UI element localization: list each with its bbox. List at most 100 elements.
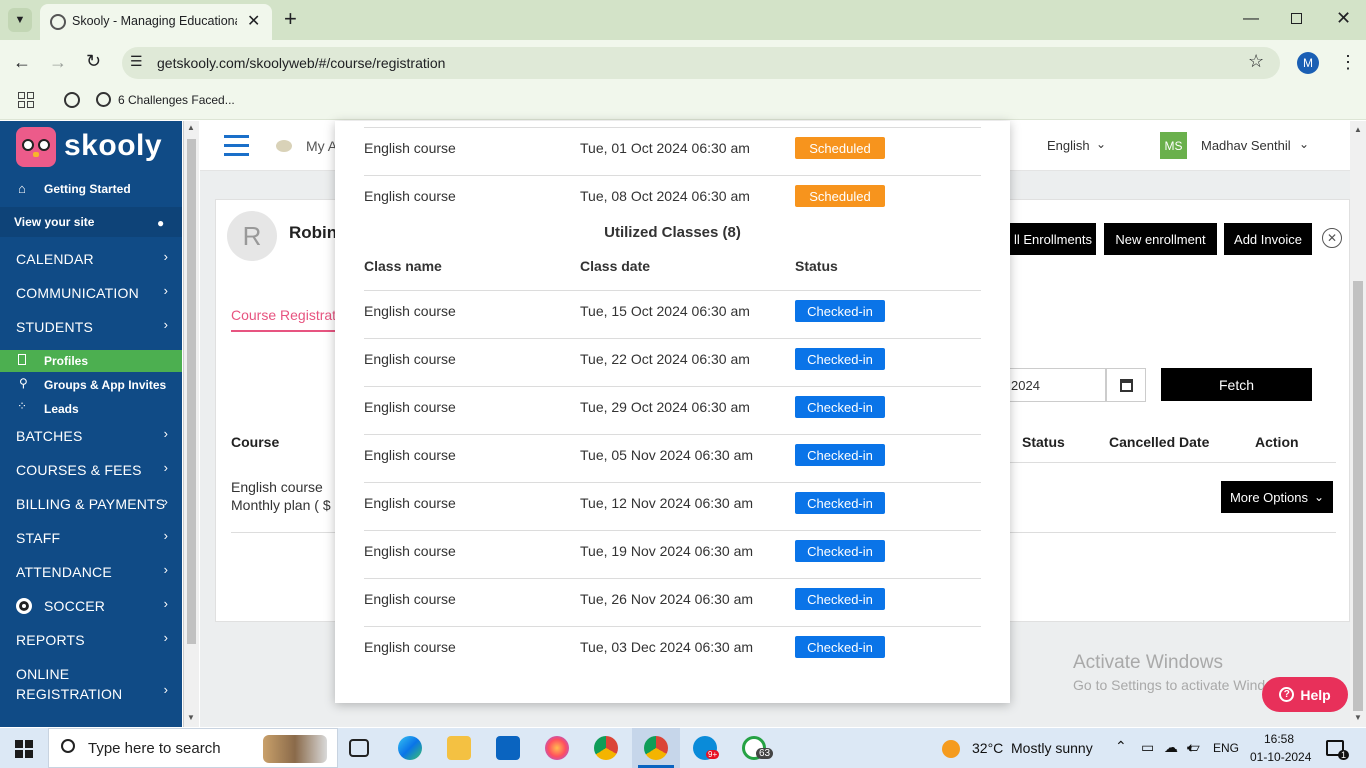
sidebar-scrollbar[interactable]: ▲ ▼ — [183, 121, 199, 727]
sidebar-item-communication[interactable]: COMMUNICATION › — [0, 281, 182, 307]
table-row: English course Tue, 08 Oct 2024 06:30 am… — [364, 176, 981, 224]
back-icon[interactable]: ← — [13, 52, 31, 73]
apps-grid-icon[interactable] — [18, 92, 34, 108]
network-icon[interactable]: ▭ — [1141, 739, 1154, 756]
fetch-button[interactable]: Fetch — [1161, 368, 1312, 401]
edge-icon[interactable] — [398, 736, 422, 760]
status-badge: Checked-in — [795, 492, 885, 514]
class-date: Tue, 22 Oct 2024 06:30 am — [580, 351, 750, 367]
sidebar-item-attendance[interactable]: ATTENDANCE › — [0, 562, 182, 588]
bookmark-star-icon[interactable]: ☆ — [1248, 51, 1264, 72]
table-row: English course Tue, 01 Oct 2024 06:30 am… — [364, 128, 981, 176]
globe-icon[interactable] — [64, 92, 80, 108]
my-account-label[interactable]: My A — [306, 138, 337, 154]
site-info-icon[interactable]: ☰ — [130, 53, 143, 70]
add-invoice-button[interactable]: Add Invoice — [1224, 223, 1312, 255]
sidebar-item-label: REGISTRATION — [16, 686, 123, 702]
sidebar-item-reports[interactable]: REPORTS › — [0, 630, 182, 656]
student-name: Robin — [289, 223, 338, 242]
date-input[interactable]: 2024 — [1010, 368, 1106, 402]
sidebar-item-students[interactable]: STUDENTS › — [0, 315, 182, 341]
sidebar-item-soccer[interactable]: SOCCER › — [0, 596, 182, 622]
whatsapp-badge: 63 — [756, 748, 774, 759]
reload-icon[interactable]: ↻ — [86, 51, 101, 72]
table-row: English course Tue, 19 Nov 2024 06:30 am… — [364, 531, 981, 579]
file-explorer-icon[interactable] — [447, 736, 471, 760]
chevron-up-icon[interactable]: ⌃ — [1115, 738, 1127, 755]
calendar-icon-button[interactable] — [1106, 368, 1146, 402]
sidebar-item-label: ATTENDANCE — [16, 564, 112, 580]
sidebar-item-courses-fees[interactable]: COURSES & FEES › — [0, 460, 182, 486]
weather-desc[interactable]: Mostly sunny — [1011, 740, 1093, 756]
tab-search-button[interactable]: ▼ — [8, 8, 32, 32]
sidebar-item-label: COURSES & FEES — [16, 462, 142, 478]
weather-icon[interactable] — [942, 740, 960, 758]
clock-date[interactable]: 01-10-2024 — [1250, 750, 1311, 764]
sidebar-item-staff[interactable]: STAFF › — [0, 528, 182, 554]
input-language[interactable]: ENG — [1213, 741, 1239, 755]
class-date: Tue, 05 Nov 2024 06:30 am — [580, 447, 754, 463]
url-field[interactable]: ☰ getskooly.com/skoolyweb/#/course/regis… — [122, 47, 1280, 79]
scrollbar-thumb[interactable] — [1353, 281, 1363, 711]
scroll-up-icon[interactable]: ▲ — [1354, 125, 1362, 134]
sidebar-item-calendar[interactable]: CALENDAR › — [0, 247, 182, 273]
scroll-down-icon[interactable]: ▼ — [1354, 713, 1362, 722]
more-options-button[interactable]: More Options ⌄ — [1221, 481, 1333, 513]
outlook-icon[interactable] — [496, 736, 520, 760]
minimize-icon[interactable]: — — [1243, 10, 1259, 28]
sidebar-item-online-registration[interactable]: ONLINE REGISTRATION › — [0, 664, 182, 708]
onedrive-icon[interactable]: ☁ — [1164, 739, 1178, 756]
profile-avatar[interactable]: M — [1297, 52, 1319, 74]
col-class-name: Class name — [364, 258, 442, 274]
table-row: English course Tue, 26 Nov 2024 06:30 am… — [364, 579, 981, 627]
sidebar-item-view-site[interactable]: View your site ● — [0, 207, 182, 237]
windows-start-icon[interactable] — [15, 740, 33, 758]
browser-menu-icon[interactable]: ⋮ — [1339, 52, 1357, 73]
weather-temp[interactable]: 32°C — [972, 740, 1003, 756]
user-avatar[interactable]: MS — [1160, 132, 1187, 159]
volume-icon[interactable]: 🔈︎ — [1187, 739, 1195, 756]
language-select[interactable]: English — [1047, 138, 1090, 153]
class-date: Tue, 15 Oct 2024 06:30 am — [580, 303, 750, 319]
scrollbar-thumb[interactable] — [187, 139, 196, 644]
sidebar-item-getting-started[interactable]: ⌂ Getting Started — [0, 179, 182, 201]
sidebar-item-batches[interactable]: BATCHES › — [0, 426, 182, 452]
browser-tab[interactable]: Skooly - Managing Educational ✕ — [40, 4, 272, 40]
taskbar-search[interactable]: Type here to search — [48, 728, 338, 768]
task-view-icon[interactable] — [349, 739, 369, 757]
sidebar-item-groups[interactable]: ⚲ Groups & App Invites — [0, 374, 182, 396]
status-badge: Checked-in — [795, 396, 885, 418]
school-logo-icon — [276, 140, 292, 152]
skooly-logo[interactable]: skooly — [16, 127, 166, 169]
close-tab-icon[interactable]: ✕ — [247, 11, 260, 31]
forward-icon[interactable]: → — [49, 52, 67, 73]
row-plan: Monthly plan ( $ 2 — [231, 497, 335, 513]
hamburger-menu-icon[interactable] — [224, 135, 249, 157]
sidebar-item-leads[interactable]: ⁘ Leads — [0, 398, 182, 420]
close-circle-icon[interactable]: ✕ — [1322, 228, 1342, 248]
tab-course-registration[interactable]: Course Registrati — [231, 307, 339, 323]
col-course: Course — [231, 434, 280, 450]
chevron-right-icon: › — [163, 682, 168, 697]
page-scrollbar[interactable]: ▲ ▼ — [1350, 121, 1366, 727]
chevron-right-icon: › — [163, 596, 168, 611]
chrome-icon[interactable] — [594, 736, 618, 760]
col-action: Action — [1255, 434, 1299, 450]
chevron-right-icon: › — [163, 630, 168, 645]
new-tab-icon[interactable]: + — [284, 8, 297, 30]
favicon-icon — [50, 14, 66, 30]
clock-time[interactable]: 16:58 — [1264, 732, 1294, 746]
firefox-icon[interactable] — [545, 736, 569, 760]
restore-icon[interactable] — [1291, 13, 1302, 24]
new-enrollment-button[interactable]: New enrollment — [1104, 223, 1217, 255]
scroll-down-icon[interactable]: ▼ — [187, 713, 195, 722]
close-window-icon[interactable]: ✕ — [1336, 8, 1351, 29]
all-enrollments-button[interactable]: ll Enrollments — [1010, 223, 1096, 255]
help-button[interactable]: ? Help — [1262, 677, 1348, 712]
chrome-profile-icon[interactable] — [644, 736, 668, 760]
sidebar-item-billing[interactable]: BILLING & PAYMENTS › — [0, 494, 182, 520]
sidebar-item-profiles[interactable]: Profiles — [0, 350, 182, 372]
scroll-up-icon[interactable]: ▲ — [187, 123, 195, 132]
table-row: English course Tue, 29 Oct 2024 06:30 am… — [364, 387, 981, 435]
user-name[interactable]: Madhav Senthil — [1201, 138, 1291, 153]
